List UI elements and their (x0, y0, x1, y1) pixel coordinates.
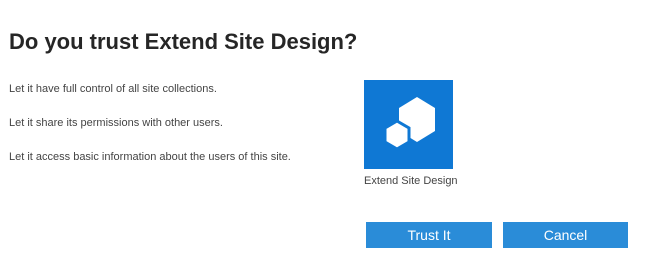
app-tile (364, 80, 453, 169)
trust-it-button[interactable]: Trust It (366, 222, 492, 248)
cancel-button[interactable]: Cancel (503, 222, 628, 248)
permission-share: Let it share its permissions with other … (9, 117, 223, 129)
app-name: Extend Site Design (364, 175, 458, 187)
app-hexagon-icon (383, 97, 435, 151)
permission-user-info: Let it access basic information about th… (9, 151, 291, 163)
dialog-title: Do you trust Extend Site Design? (9, 29, 358, 54)
permission-full-control: Let it have full control of all site col… (9, 83, 217, 95)
